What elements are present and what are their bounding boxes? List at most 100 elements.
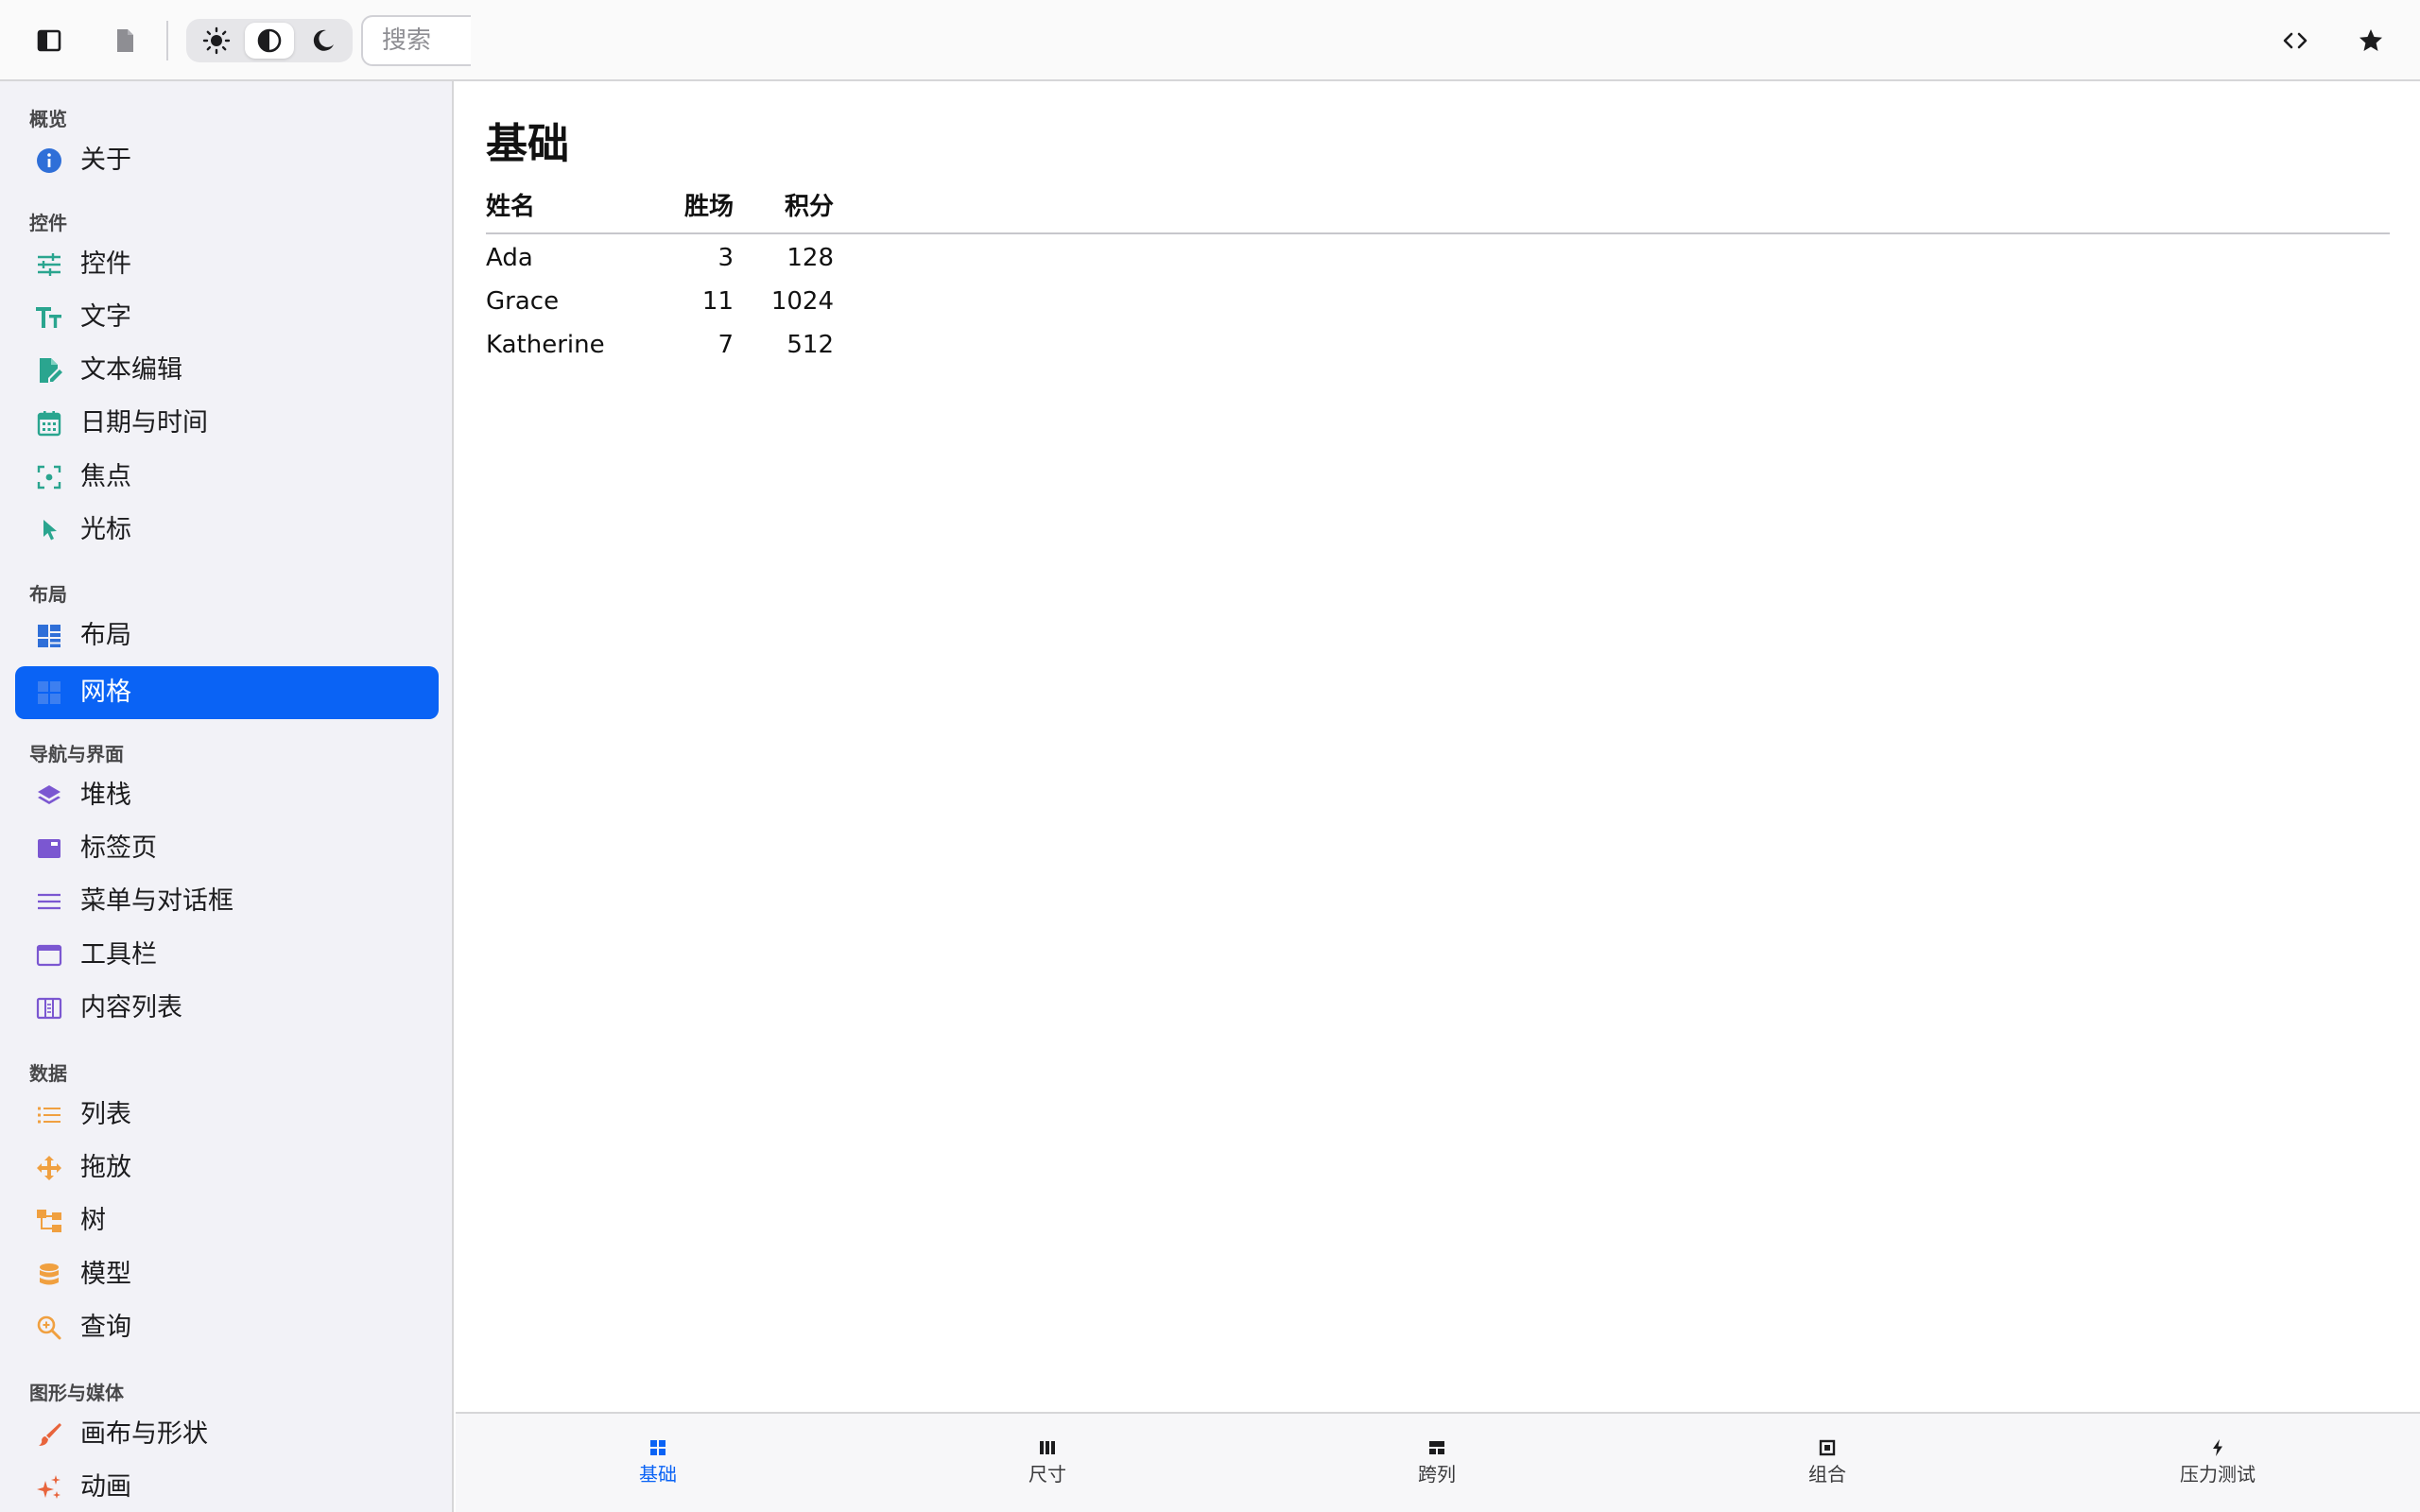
sidebar-toggle-button[interactable] <box>26 18 72 63</box>
tab-basic[interactable]: 基础 <box>582 1438 734 1504</box>
view-source-button[interactable] <box>2273 18 2318 63</box>
sidebar-item-stack[interactable]: 堆栈 <box>15 769 439 822</box>
tab-label: 基础 <box>639 1463 677 1486</box>
star-icon <box>2360 29 2382 51</box>
cell-name: Grace <box>486 287 560 316</box>
sidebar-item-text-editing[interactable]: 文本编辑 <box>15 344 439 397</box>
tab-span[interactable]: 跨列 <box>1361 1438 1512 1504</box>
sidebar-item-label: 列表 <box>80 1100 131 1129</box>
sidebar-item-canvas-shapes[interactable]: 画布与形状 <box>15 1408 439 1461</box>
sidebar-item-label: 日期与时间 <box>80 408 208 438</box>
sidebar-item-label: 拖放 <box>80 1153 131 1182</box>
cell-points: 1024 <box>770 287 834 316</box>
favorite-button[interactable] <box>2348 18 2394 63</box>
grid-icon <box>34 678 64 708</box>
sidebar-item-cursor[interactable]: 光标 <box>15 504 439 557</box>
focus-icon <box>34 462 64 492</box>
cell-wins: 11 <box>701 287 734 316</box>
bottom-tab-bar: 基础 尺寸 跨列 组合 压力测试 <box>456 1412 2420 1512</box>
cell-points: 512 <box>786 331 834 359</box>
cell-name: Katherine <box>486 331 605 359</box>
sidebar-item-controls[interactable]: 控件 <box>15 238 439 291</box>
main-content: 基础 姓名 胜场 积分 Ada 3 128 Grace 11 1024 Kath… <box>456 81 2420 1412</box>
sidebar-icon <box>37 29 61 52</box>
sidebar-item-label: 堆栈 <box>80 781 131 810</box>
section-header-layout: 布局 <box>29 583 67 606</box>
grid-icon <box>650 1440 666 1455</box>
sidebar-item-list[interactable]: 列表 <box>15 1089 439 1142</box>
section-header-graphics-media: 图形与媒体 <box>29 1382 124 1404</box>
cell-wins: 7 <box>717 331 734 359</box>
sidebar-item-content-list[interactable]: 内容列表 <box>15 982 439 1035</box>
span-icon <box>1429 1441 1444 1454</box>
search-input[interactable] <box>361 15 471 66</box>
sidebar-item-about[interactable]: 关于 <box>15 134 439 187</box>
brush-icon <box>34 1419 64 1450</box>
columns-icon <box>1040 1441 1055 1454</box>
tree-icon <box>34 1206 64 1236</box>
sidebar-item-menus-dialogs[interactable]: 菜单与对话框 <box>15 875 439 928</box>
sliders-icon <box>34 249 64 280</box>
sidebar-item-label: 菜单与对话框 <box>80 886 233 916</box>
tab-stress-test[interactable]: 压力测试 <box>2142 1438 2293 1504</box>
tab-size[interactable]: 尺寸 <box>972 1438 1123 1504</box>
sidebar-item-label: 控件 <box>80 249 131 279</box>
sidebar-item-label: 焦点 <box>80 462 131 491</box>
sidebar-item-layout[interactable]: 布局 <box>15 610 439 662</box>
section-header-controls: 控件 <box>29 212 67 234</box>
sidebar-item-model[interactable]: 模型 <box>15 1248 439 1301</box>
columns-icon <box>34 993 64 1023</box>
cell-points: 128 <box>786 244 834 272</box>
sidebar-item-tabs[interactable]: 标签页 <box>15 822 439 875</box>
sidebar-item-label: 网格 <box>80 678 131 707</box>
light-mode-button[interactable] <box>192 23 241 59</box>
sidebar-item-label: 布局 <box>80 621 131 650</box>
cell-wins: 3 <box>717 244 734 272</box>
sun-icon <box>202 26 231 55</box>
layers-icon <box>34 781 64 811</box>
sidebar-item-date-time[interactable]: 日期与时间 <box>15 397 439 450</box>
sidebar-item-label: 标签页 <box>80 833 157 863</box>
toolbar <box>0 0 2420 81</box>
sidebar: 概览 关于 控件 控件 文字 文本编辑 日期与时间 焦点 光标 布局 布局 网格… <box>0 81 454 1512</box>
calendar-icon <box>34 408 64 438</box>
sidebar-item-focus[interactable]: 焦点 <box>15 451 439 504</box>
cursor-icon <box>34 515 64 545</box>
document-icon <box>117 29 133 52</box>
toolbar-divider <box>166 21 168 60</box>
tab-icon <box>34 833 64 864</box>
sidebar-item-label: 模型 <box>80 1260 131 1289</box>
table-header-divider <box>486 232 2390 234</box>
column-header-name[interactable]: 姓名 <box>486 187 535 222</box>
document-button[interactable] <box>102 18 147 63</box>
tab-label: 组合 <box>1808 1463 1846 1486</box>
sidebar-item-label: 关于 <box>80 146 131 175</box>
sidebar-item-drag-drop[interactable]: 拖放 <box>15 1142 439 1194</box>
sidebar-item-label: 工具栏 <box>80 940 157 970</box>
sidebar-item-tree[interactable]: 树 <box>15 1194 439 1247</box>
sidebar-item-label: 动画 <box>80 1472 131 1502</box>
window-icon <box>34 940 64 971</box>
sidebar-item-animation[interactable]: 动画 <box>15 1461 439 1512</box>
tab-composition[interactable]: 组合 <box>1752 1438 1903 1504</box>
column-header-points[interactable]: 积分 <box>735 187 834 222</box>
database-icon <box>34 1260 64 1290</box>
sidebar-item-query[interactable]: 查询 <box>15 1301 439 1354</box>
menu-icon <box>34 886 64 917</box>
sidebar-item-toolbar[interactable]: 工具栏 <box>15 929 439 982</box>
move-icon <box>34 1153 64 1183</box>
sidebar-item-grid[interactable]: 网格 <box>15 666 439 719</box>
sparkle-icon <box>34 1472 64 1503</box>
section-header-data: 数据 <box>29 1062 67 1085</box>
edit-document-icon <box>34 355 64 386</box>
dark-mode-button[interactable] <box>298 23 347 59</box>
column-header-wins[interactable]: 胜场 <box>635 187 734 222</box>
sidebar-item-label: 光标 <box>80 515 131 544</box>
section-header-overview: 概览 <box>29 108 67 130</box>
search-zoom-icon <box>34 1313 64 1343</box>
section-header-navigation: 导航与界面 <box>29 743 124 765</box>
sidebar-item-label: 内容列表 <box>80 993 182 1022</box>
auto-mode-button[interactable] <box>245 23 294 59</box>
appearance-segmented-control <box>186 19 353 62</box>
sidebar-item-text[interactable]: 文字 <box>15 291 439 344</box>
